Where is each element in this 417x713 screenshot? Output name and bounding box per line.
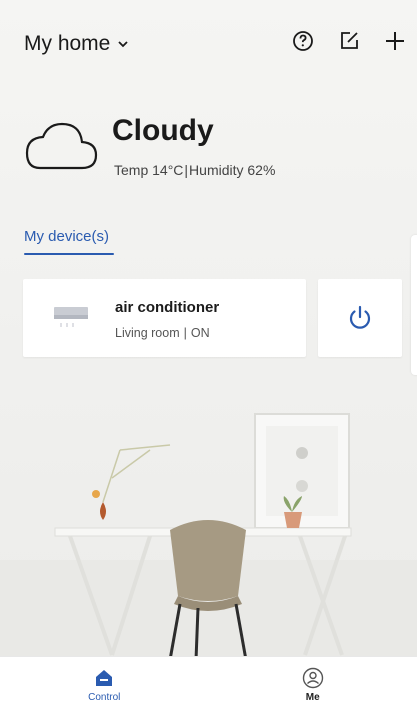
header-actions [291,29,407,53]
nav-item-me[interactable]: Me [209,657,417,713]
help-icon[interactable] [291,29,315,53]
device-card-air-conditioner[interactable]: air conditioner Living room | ON [23,279,306,357]
air-conditioner-icon [54,307,88,327]
nav-label-me: Me [305,692,320,703]
humidity-text: Humidity 62% [189,162,276,178]
device-room: Living room [115,326,180,340]
home-title-label: My home [24,32,111,55]
tab-underline [24,253,114,255]
nav-label-control: Control [88,692,121,703]
weather-condition: Cloudy [112,114,214,147]
next-card-edge[interactable] [411,235,417,375]
tab-my-devices[interactable]: My device(s) [24,228,114,253]
edit-icon[interactable] [337,29,361,53]
device-status-separator: | [183,326,187,340]
profile-icon [302,667,323,689]
home-icon [96,670,113,686]
temperature-text: Temp 14°C [114,162,184,178]
bottom-navigation: Control Me [0,656,417,713]
nav-item-control[interactable]: Control [0,657,209,713]
device-tabs: My device(s) [24,228,114,255]
app-root: My home Cloudy Temp 14°C | Humidity 62% … [0,0,417,713]
top-header: My home [24,26,407,62]
chevron-down-icon [118,41,128,48]
power-toggle-button[interactable] [318,279,402,357]
device-name: air conditioner [115,299,220,316]
power-icon [349,305,371,329]
device-status: Living room | ON [115,326,210,340]
add-icon[interactable] [383,29,407,53]
weather-details: Temp 14°C | Humidity 62% [114,162,275,178]
weather-panel: Cloudy Temp 14°C | Humidity 62% [22,112,382,182]
home-selector[interactable]: My home [24,32,130,56]
device-state: ON [190,326,210,340]
cloud-icon [25,122,98,170]
